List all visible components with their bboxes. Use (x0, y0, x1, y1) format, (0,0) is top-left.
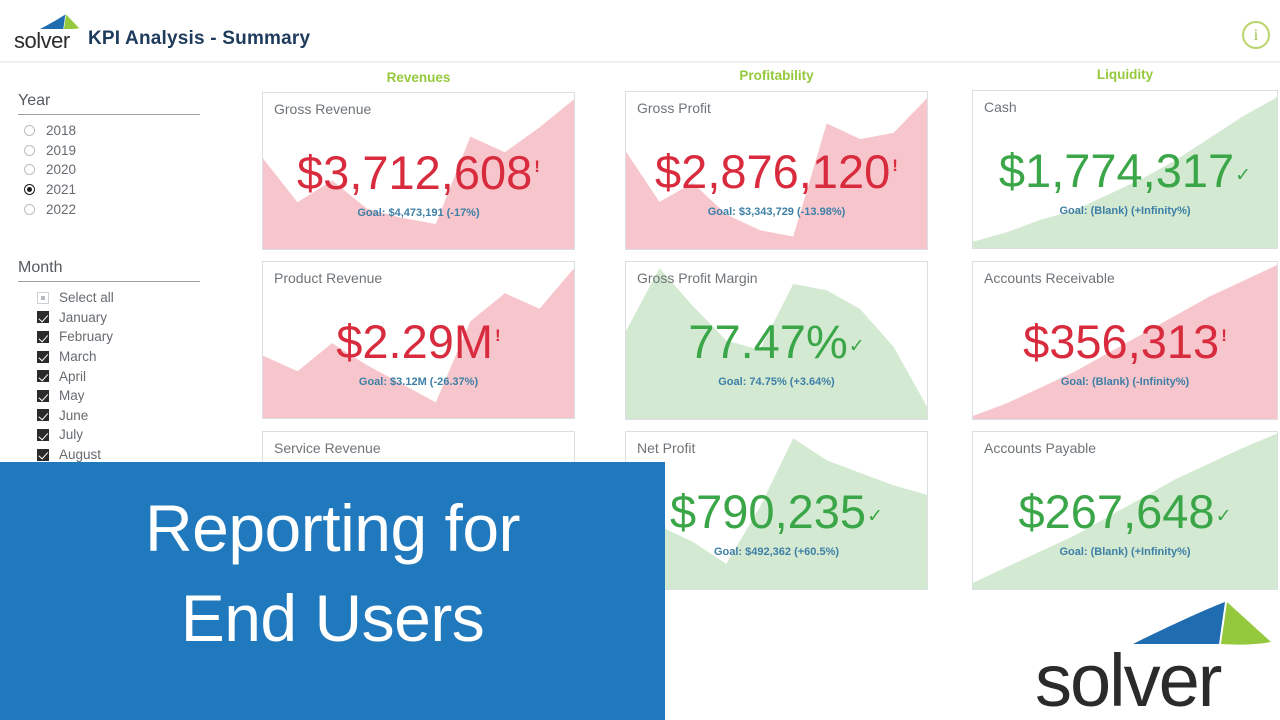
month-option-label: January (59, 309, 108, 325)
kpi-value: 77.47%✓ (688, 315, 865, 368)
slicer-spacer (18, 219, 218, 259)
month-option-March[interactable]: March (18, 347, 218, 367)
kpi-value: $2,876,120! (655, 145, 898, 198)
kpi-value: $2.29M! (336, 315, 501, 368)
year-option-2018[interactable]: 2018 (18, 121, 218, 141)
month-select-all-label: Select all (59, 290, 114, 306)
dashboard-root: solver KPI Analysis - Summary i Year 201… (0, 0, 1280, 720)
year-option-label: 2019 (46, 142, 77, 158)
kpi-card[interactable]: Accounts Payable $267,648✓ Goal: (Blank) (… (972, 431, 1278, 590)
year-slicer-list: 2018 2019 2020 2021 2022 (18, 121, 218, 219)
kpi-goal-text: Goal: $492,362 (+60.5%) (713, 546, 840, 558)
kpi-goal-text: Goal: (Blank) (+Infinity%) (1059, 205, 1191, 217)
kpi-card-title: Gross Revenue (274, 101, 372, 117)
month-option-label: June (59, 407, 89, 423)
checkbox[interactable] (37, 409, 49, 422)
banner-line-2: End Users (180, 581, 485, 655)
column-header-liquidity: Liquidity (1096, 67, 1154, 82)
radio-button[interactable] (24, 164, 35, 176)
year-option-label: 2022 (46, 201, 77, 217)
checkbox[interactable] (37, 330, 49, 343)
kpi-value: $356,313! (1023, 315, 1227, 368)
kpi-card[interactable]: Accounts Receivable $356,313! Goal: (Blank… (972, 261, 1278, 420)
kpi-card[interactable]: Gross Profit $2,876,120! Goal: $3,343,729 … (625, 91, 928, 250)
year-option-label: 2021 (46, 182, 77, 198)
checkbox[interactable] (37, 291, 49, 304)
kpi-goal-text: Goal: 74.75% (+3.64%) (718, 376, 835, 388)
month-option-June[interactable]: June (18, 406, 218, 426)
header-divider (0, 61, 1280, 63)
kpi-value: $1,774,317✓ (998, 144, 1252, 197)
checkbox[interactable] (37, 389, 49, 402)
kpi-goal-text: Goal: (Blank) (-Infinity%) (1060, 376, 1190, 388)
column-header-revenues: Revenues (386, 70, 451, 85)
month-option-May[interactable]: May (18, 386, 218, 406)
footer-brand-wordmark: solver (1035, 639, 1222, 720)
checkbox[interactable] (37, 370, 49, 383)
checkbox[interactable] (37, 428, 49, 441)
app-header: solver KPI Analysis - Summary i (0, 0, 1280, 63)
checkbox[interactable] (37, 311, 49, 324)
month-option-February[interactable]: February (18, 327, 218, 347)
checkbox[interactable] (37, 350, 49, 363)
kpi-card-title: Service Revenue (274, 440, 381, 456)
kpi-card-title: Cash (984, 99, 1017, 115)
kpi-value: $790,235✓ (670, 485, 883, 538)
year-option-2019[interactable]: 2019 (18, 141, 218, 161)
footer-brand-logo: solver (1035, 602, 1275, 720)
year-option-label: 2020 (46, 162, 77, 178)
header-brand-logo: solver (14, 14, 80, 53)
radio-button[interactable] (24, 203, 35, 215)
info-icon[interactable]: i (1242, 21, 1270, 49)
kpi-value: $267,648✓ (1018, 485, 1232, 538)
kpi-card-title: Accounts Payable (984, 440, 1097, 456)
year-option-2022[interactable]: 2022 (18, 199, 218, 219)
month-option-label: August (59, 447, 102, 463)
year-slicer-title: Year (18, 92, 51, 109)
kpi-goal-text: Goal: $3.12M (-26.37%) (358, 376, 479, 388)
page-title: KPI Analysis - Summary (88, 28, 311, 49)
kpi-card-title: Gross Profit Margin (637, 270, 758, 286)
slicer-panel: Year 2018 2019 2020 2021 2022 Month Select a… (18, 92, 218, 464)
month-option-label: March (59, 349, 97, 365)
kpi-card-title: Accounts Receivable (984, 270, 1115, 286)
kpi-goal-text: Goal: $3,343,729 (-13.98%) (707, 206, 846, 218)
kpi-card-title: Net Profit (637, 440, 696, 456)
month-option-January[interactable]: January (18, 308, 218, 328)
kpi-goal-text: Goal: $4,473,191 (-17%) (357, 207, 480, 219)
brand-wordmark: solver (14, 28, 70, 53)
year-option-2020[interactable]: 2020 (18, 160, 218, 180)
kpi-card[interactable]: Gross Revenue $3,712,608! Goal: $4,473,191… (262, 92, 575, 250)
month-option-April[interactable]: April (18, 366, 218, 386)
radio-button[interactable] (24, 184, 35, 196)
year-slicer-divider (18, 114, 200, 115)
radio-button[interactable] (24, 125, 35, 137)
kpi-goal-text: Goal: (Blank) (+Infinity%) (1059, 546, 1191, 558)
promo-banner: Reporting for End Users (0, 462, 665, 720)
kpi-card-title: Product Revenue (274, 270, 383, 286)
month-option-July[interactable]: July (18, 425, 218, 445)
year-option-label: 2018 (46, 123, 77, 139)
kpi-card[interactable]: Gross Profit Margin 77.47%✓ Goal: 74.75% (… (625, 261, 928, 420)
year-option-2021[interactable]: 2021 (18, 180, 218, 200)
month-option-label: July (59, 427, 84, 443)
month-slicer-title: Month (18, 258, 63, 276)
column-header-profitability: Profitability (739, 68, 814, 83)
radio-button[interactable] (24, 144, 35, 156)
month-slicer-list: Select all January February March April May Ju… (18, 288, 218, 464)
kpi-card[interactable]: Net Profit $790,235✓ Goal: $492,362 (+60.5… (625, 431, 928, 590)
kpi-card[interactable]: Product Revenue $2.29M! Goal: $3.12M (-26.… (262, 261, 575, 419)
kpi-card[interactable]: Cash $1,774,317✓ Goal: (Blank) (+Infinity%… (972, 90, 1278, 249)
month-option-label: May (59, 388, 85, 404)
month-slicer-divider (18, 280, 200, 282)
checkbox[interactable] (37, 448, 49, 461)
month-option-label: April (59, 368, 87, 384)
banner-line-1: Reporting for (144, 491, 521, 565)
kpi-card-title: Gross Profit (637, 100, 711, 116)
month-option-label: February (59, 329, 114, 345)
kpi-value: $3,712,608! (297, 146, 540, 199)
month-select-all[interactable]: Select all (18, 288, 218, 308)
